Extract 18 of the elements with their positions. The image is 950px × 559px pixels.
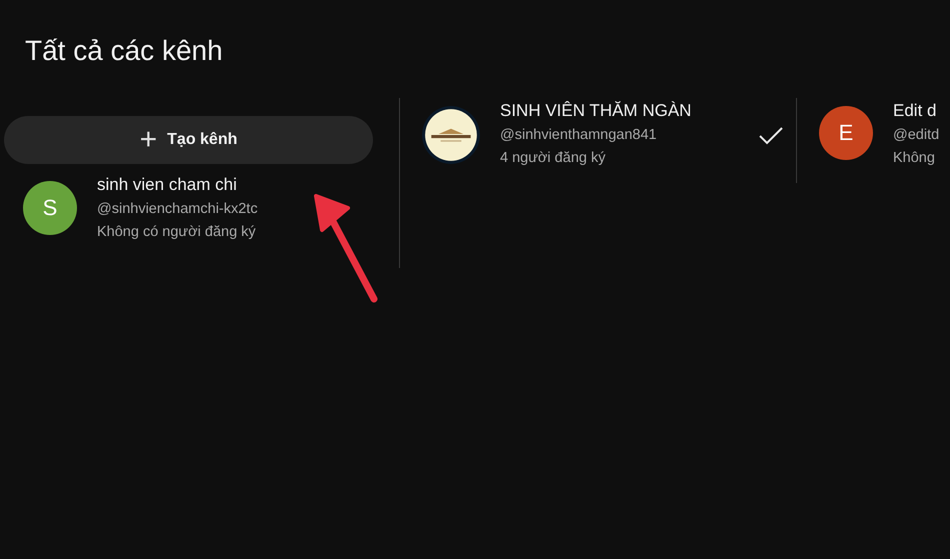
- create-channel-button[interactable]: + Tạo kênh: [4, 116, 373, 164]
- channel-item[interactable]: SINH VIÊN THĂM NGÀN @sinhvienthamngan841 4 người đăng ký: [420, 98, 796, 168]
- channel-avatar: E: [819, 106, 873, 160]
- channel-name: Edit d: [893, 100, 938, 122]
- channel-item[interactable]: S sinh vien cham chi @sinhvienchamchi-kx2tc Không có người đăng ký: [4, 174, 372, 242]
- channel-name: sinh vien cham chi: [97, 174, 238, 196]
- subscriber-count: Không có người đăng ký: [97, 223, 257, 242]
- channel-handle: @sinhvienthamngan841: [500, 126, 658, 145]
- checkmark-icon: [758, 126, 784, 146]
- channel-handle: @editd: [893, 126, 940, 145]
- plus-icon: +: [140, 125, 158, 155]
- channel-item[interactable]: E Edit d @editd Không: [817, 98, 950, 168]
- channel-handle: @sinhvienchamchi-kx2tc: [97, 200, 258, 219]
- page-title: Tất cả các kênh: [24, 34, 224, 68]
- channel-avatar: S: [23, 181, 77, 235]
- subscriber-count: 4 người đăng ký: [500, 149, 606, 168]
- channel-name: SINH VIÊN THĂM NGÀN: [500, 100, 692, 122]
- subscriber-count: Không: [893, 149, 936, 168]
